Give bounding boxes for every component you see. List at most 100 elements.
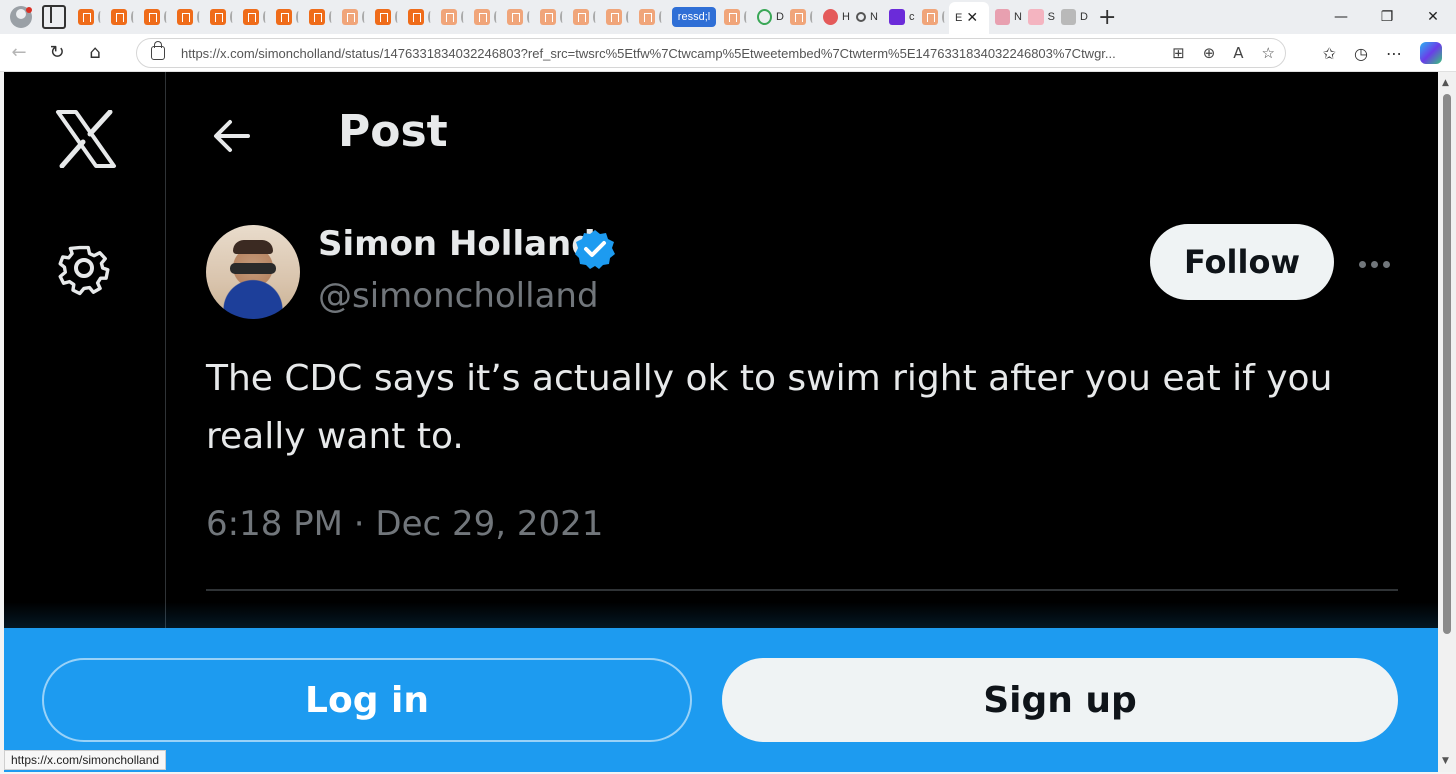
browser-tab[interactable] <box>303 2 336 32</box>
url-text[interactable]: https://x.com/simoncholland/status/14763… <box>181 46 1121 61</box>
close-window-icon[interactable]: ✕ <box>1410 9 1456 25</box>
youtube-favicon-icon <box>1028 9 1044 25</box>
browser-tab[interactable] <box>916 2 949 32</box>
bookmark-favicon-icon <box>573 9 589 25</box>
browser-tab-active[interactable]: E ✕ <box>949 2 989 34</box>
tweet-text: The CDC says it’s actually ok to swim ri… <box>206 358 1333 457</box>
copilot-icon[interactable] <box>1420 42 1442 64</box>
browser-tab[interactable] <box>501 2 534 32</box>
bookmark-favicon-icon <box>790 9 806 25</box>
browser-tab[interactable] <box>105 2 138 32</box>
browser-tab[interactable]: ressd;l <box>666 2 718 32</box>
bookmark-favicon-icon <box>276 9 292 25</box>
browser-tab[interactable] <box>567 2 600 32</box>
bookmark-favicon-icon <box>724 9 740 25</box>
browser-tab[interactable] <box>171 2 204 32</box>
tab-badge: ressd;l <box>672 7 716 27</box>
browser-tab[interactable] <box>270 2 303 32</box>
browser-tab[interactable] <box>336 2 369 32</box>
follow-button[interactable]: Follow <box>1150 224 1334 300</box>
browser-tab[interactable] <box>600 2 633 32</box>
browser-tab[interactable]: D <box>751 2 784 32</box>
browser-tab[interactable] <box>138 2 171 32</box>
site-info-icon[interactable] <box>151 41 165 60</box>
read-aloud-icon[interactable]: A <box>1233 44 1243 62</box>
browser-tab[interactable] <box>402 2 435 32</box>
favorite-star-icon[interactable]: ☆ <box>1262 44 1275 62</box>
play-favicon-icon <box>757 9 773 25</box>
bookmark-favicon-icon <box>441 9 457 25</box>
close-tab-icon[interactable]: ✕ <box>966 10 978 26</box>
bookmark-favicon-icon <box>639 9 655 25</box>
tab-actions-icon[interactable] <box>42 5 66 29</box>
x-post-page: Post Simon Holland @simoncholland Follow… <box>4 72 1438 772</box>
bookmark-favicon-icon <box>144 9 160 25</box>
bookmark-favicon-icon <box>408 9 424 25</box>
author-handle[interactable]: @simoncholland <box>318 276 599 316</box>
bookmark-favicon-icon <box>309 9 325 25</box>
minimize-icon[interactable]: — <box>1318 9 1364 25</box>
restore-icon[interactable]: ❐ <box>1364 9 1410 25</box>
bookmark-favicon-icon <box>342 9 358 25</box>
browser-tab[interactable] <box>718 2 751 32</box>
browser-tab[interactable]: N <box>989 2 1022 32</box>
browser-tab[interactable] <box>237 2 270 32</box>
browser-tab[interactable] <box>534 2 567 32</box>
profile-avatar-icon[interactable] <box>6 2 36 32</box>
favorites-icon[interactable]: ✩ <box>1323 44 1336 63</box>
x-logo-icon[interactable] <box>54 110 118 168</box>
feather-favicon-icon <box>922 9 938 25</box>
bookmark-favicon-icon <box>177 9 193 25</box>
fade-overlay <box>4 602 1438 628</box>
zoom-icon[interactable]: ⊕ <box>1203 44 1216 62</box>
back-icon[interactable]: ← <box>0 38 38 68</box>
history-icon[interactable]: ◷ <box>1354 44 1368 63</box>
tweet-timestamp[interactable]: 6:18 PM · Dec 29, 2021 <box>206 504 603 544</box>
login-button[interactable]: Log in <box>42 658 692 742</box>
browser-tab[interactable]: H <box>817 2 850 32</box>
bookmark-favicon-icon <box>507 9 523 25</box>
yahoo-favicon-icon <box>889 9 905 25</box>
browser-tab[interactable] <box>435 2 468 32</box>
browser-tab[interactable] <box>633 2 666 32</box>
browser-tab[interactable] <box>784 2 817 32</box>
new-tab-button[interactable]: + <box>1098 5 1116 30</box>
scrollbar-thumb[interactable] <box>1443 94 1451 634</box>
app-available-icon[interactable]: ⊞ <box>1172 44 1185 62</box>
vertical-scrollbar[interactable]: ▲ ▼ <box>1438 72 1456 772</box>
author-display-name[interactable]: Simon Holland <box>318 224 596 264</box>
browser-tab[interactable] <box>369 2 402 32</box>
scroll-up-icon[interactable]: ▲ <box>1442 78 1449 88</box>
browser-tab[interactable] <box>468 2 501 32</box>
bookmark-favicon-icon <box>78 9 94 25</box>
browser-tab[interactable]: N <box>850 2 883 32</box>
bookmark-favicon-icon <box>243 9 259 25</box>
tab-strip: ressd;l D H N c E ✕ N S D <box>72 0 1088 34</box>
auth-bottom-bar: Log in Sign up <box>4 628 1438 772</box>
search-favicon-icon <box>856 12 866 22</box>
author-avatar[interactable] <box>206 225 300 319</box>
home-icon[interactable]: ⌂ <box>76 38 114 68</box>
favicon-icon <box>1061 9 1077 25</box>
verified-badge-icon[interactable] <box>574 228 616 270</box>
back-arrow-icon[interactable] <box>210 116 254 156</box>
microphone-favicon-icon <box>823 9 839 25</box>
window-controls: — ❐ ✕ <box>1318 0 1456 34</box>
browser-tab-bar: ressd;l D H N c E ✕ N S D + — ❐ ✕ <box>0 0 1456 34</box>
gear-icon[interactable] <box>56 240 112 296</box>
signup-button[interactable]: Sign up <box>722 658 1398 742</box>
browser-tab[interactable]: c <box>883 2 916 32</box>
scroll-down-icon[interactable]: ▼ <box>1442 756 1449 766</box>
more-menu-icon[interactable]: ⋯ <box>1386 44 1402 63</box>
browser-tab[interactable]: S <box>1022 2 1055 32</box>
browser-tab[interactable] <box>204 2 237 32</box>
browser-tab[interactable]: D <box>1055 2 1088 32</box>
browser-tab[interactable] <box>72 2 105 32</box>
address-toolbar: ← ↻ ⌂ https://x.com/simoncholland/status… <box>0 34 1456 72</box>
more-dots-icon[interactable] <box>1354 244 1394 284</box>
page-title: Post <box>338 106 448 157</box>
bookmark-favicon-icon <box>540 9 556 25</box>
bookmark-favicon-icon <box>111 9 127 25</box>
address-bar[interactable]: https://x.com/simoncholland/status/14763… <box>136 38 1286 68</box>
refresh-icon[interactable]: ↻ <box>38 38 76 68</box>
